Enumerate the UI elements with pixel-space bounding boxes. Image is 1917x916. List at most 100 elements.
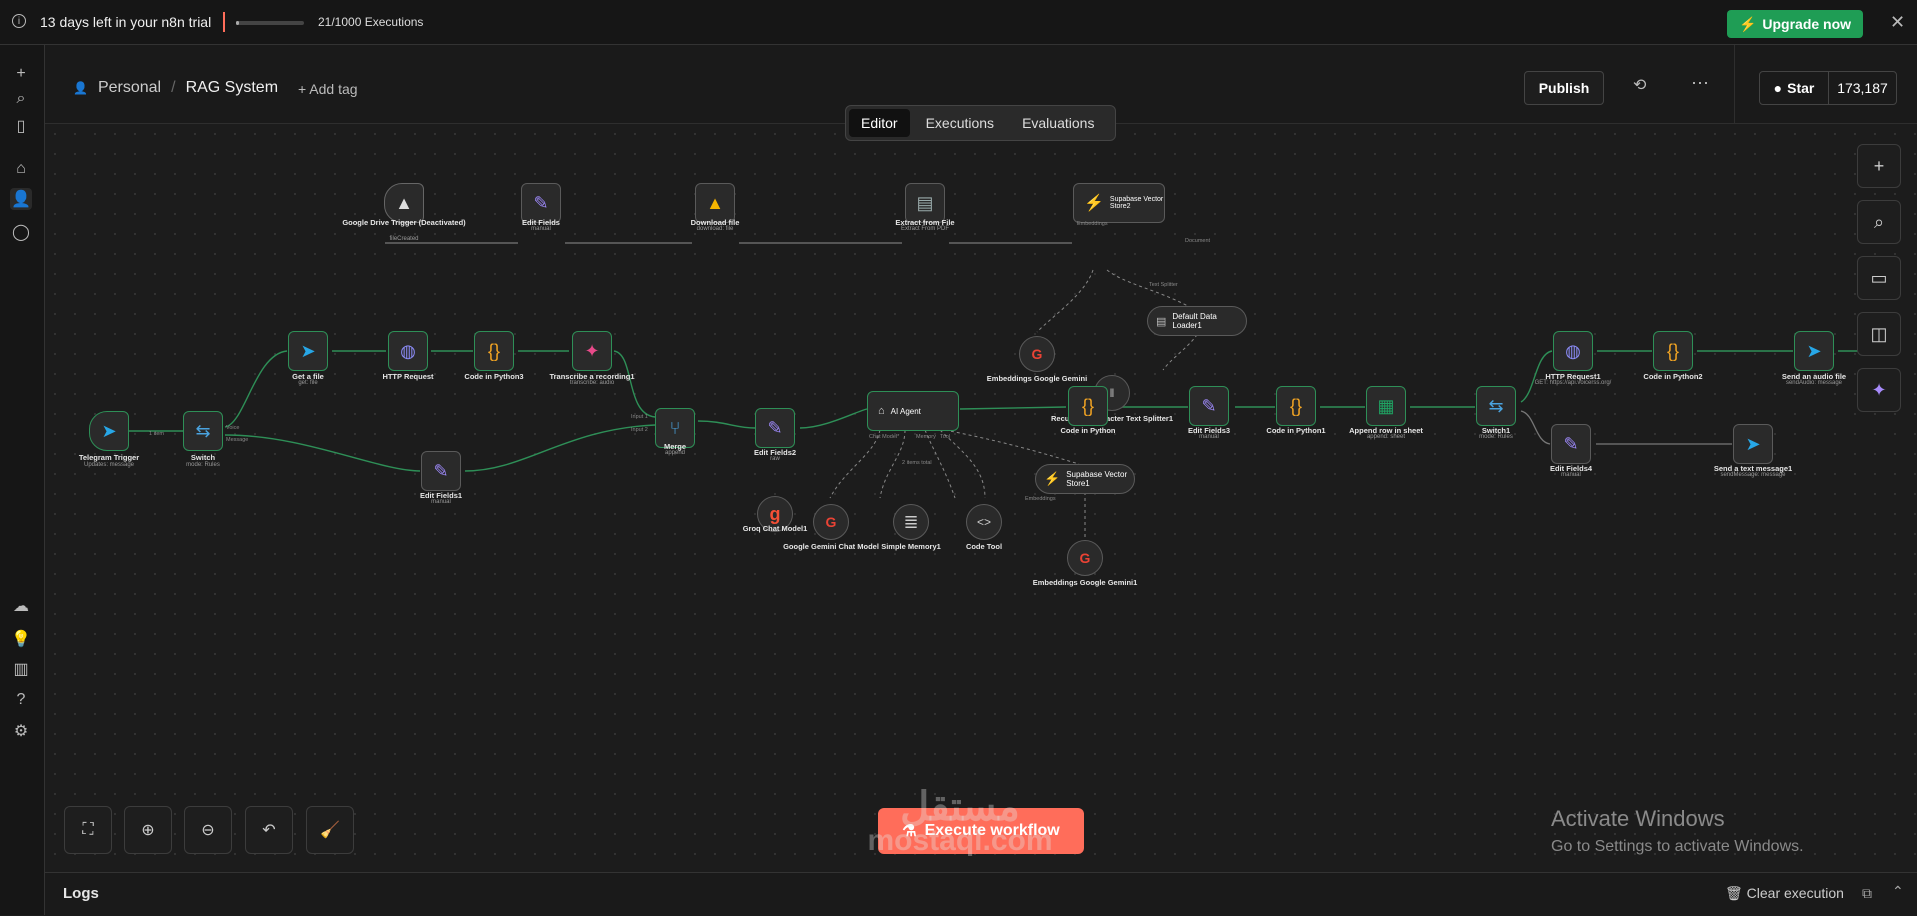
embeddings-gemini1-node[interactable]: G (1067, 540, 1103, 576)
upgrade-button[interactable]: ⚡ Upgrade now (1727, 10, 1863, 38)
code-python-node[interactable]: {} (1068, 386, 1108, 426)
node-sub: transcribe: audio (569, 380, 615, 386)
gdrive-icon: ▲ (395, 192, 413, 213)
gdrive-trigger-node[interactable]: ▲ (384, 183, 424, 223)
download-file-node[interactable]: ▲ (695, 183, 735, 223)
code-braces-icon: {} (1081, 395, 1095, 416)
ai-agent-node[interactable]: ⌂ AI Agent (867, 391, 959, 431)
more-icon[interactable]: ⋯ (1691, 73, 1709, 94)
switch1-node[interactable]: ⇆ (1476, 386, 1516, 426)
plus-icon: + (1873, 155, 1885, 176)
activate-title: Activate Windows (1551, 806, 1725, 831)
edit-fields-node[interactable]: ✎ (521, 183, 561, 223)
edit-fields2-node[interactable]: ✎ (755, 408, 795, 448)
simple-memory-node[interactable]: ≣ (893, 504, 929, 540)
close-icon[interactable]: ✕ (1890, 12, 1905, 33)
node-label: Code in Python (1060, 426, 1116, 435)
transcribe-node[interactable]: ✦ (572, 331, 612, 371)
zoom-out-button[interactable]: ⊖ (184, 806, 232, 854)
publish-button[interactable]: Publish (1524, 71, 1604, 105)
edge-label: Document (1185, 238, 1211, 244)
embeddings-gemini-node[interactable]: G (1019, 336, 1055, 372)
code-python1-node[interactable]: {} (1276, 386, 1316, 426)
lightbulb-icon[interactable]: 💡 (10, 628, 32, 650)
supabase-store1-node[interactable]: ⚡ Supabase Vector Store1 (1035, 464, 1135, 494)
gemini-chat-node[interactable]: G (813, 504, 849, 540)
edit-fields3-node[interactable]: ✎ (1189, 386, 1229, 426)
sticky-note-button[interactable]: ▭ (1857, 256, 1901, 300)
chevron-up-icon[interactable]: ⌃ (1892, 883, 1904, 900)
gear-icon[interactable]: ⚙ (10, 720, 32, 742)
github-star-button[interactable]: ● Star 173,187 (1759, 71, 1897, 105)
telegram-icon: ➤ (101, 420, 117, 441)
history-icon[interactable]: ⟲ (1633, 75, 1646, 95)
help-icon[interactable]: ? (10, 689, 32, 711)
edge-label: 2 items total (902, 460, 932, 466)
logs-panel[interactable]: Logs 🗑 Clear execution ⧉ ⌃ (45, 872, 1917, 916)
github-icon: ● (1773, 80, 1783, 96)
http-request1-node[interactable]: ◍ (1553, 331, 1593, 371)
edit-fields4-node[interactable]: ✎ (1551, 424, 1591, 464)
tidy-up-button[interactable]: 🧹 (306, 806, 354, 854)
search-nodes-button[interactable]: ⌕ (1857, 200, 1901, 244)
node-sub: raw (770, 456, 780, 462)
node-sub: fileCreated (389, 236, 419, 242)
node-sub: mode: Rules (1479, 434, 1513, 440)
tab-editor[interactable]: Editor (849, 109, 910, 137)
send-audio-node[interactable]: ➤ (1794, 331, 1834, 371)
code-python2-node[interactable]: {} (1653, 331, 1693, 371)
chat-icon[interactable]: ◯ (10, 221, 32, 243)
node-sub: Extract From PDF (900, 226, 949, 232)
home-icon[interactable]: ⌂ (10, 158, 32, 180)
splitter-icon: ‖ (1109, 386, 1115, 400)
cloud-icon[interactable]: ☁ (10, 595, 32, 617)
windows-activation: Activate Windows Go to Settings to activ… (1551, 806, 1804, 856)
clear-execution-button[interactable]: 🗑 Clear execution (1725, 885, 1844, 902)
popout-icon[interactable]: ⧉ (1862, 885, 1872, 902)
groq-icon: g (769, 503, 781, 524)
search-icon[interactable]: ⌕ (10, 88, 32, 110)
get-file-node[interactable]: ➤ (288, 331, 328, 371)
workflow-canvas[interactable]: ▲ Google Drive Trigger (Deactivated) fil… (45, 124, 1917, 872)
logs-title: Logs (63, 885, 99, 902)
switch-node[interactable]: ⇆ (183, 411, 223, 451)
supabase-store2-node[interactable]: ⚡ Supabase Vector Store2 (1073, 183, 1165, 223)
zoom-in-button[interactable]: ⊕ (124, 806, 172, 854)
gemini-icon: ✦ (584, 340, 600, 361)
globe-icon: ◍ (1565, 340, 1581, 361)
tab-evaluations[interactable]: Evaluations (1010, 109, 1106, 137)
watermark-arabic: مستقل (900, 785, 1020, 829)
data-loader-node[interactable]: ▤ Default Data Loader1 (1147, 306, 1247, 336)
pencil-icon: ✎ (533, 192, 549, 213)
document-icon: ▤ (1156, 315, 1167, 328)
panel-icon[interactable]: ▯ (10, 115, 32, 137)
breadcrumb-project[interactable]: Personal (98, 79, 161, 97)
send-text-node[interactable]: ➤ (1733, 424, 1773, 464)
ai-assistant-button[interactable]: ✦ (1857, 368, 1901, 412)
globe-icon: ◍ (400, 340, 416, 361)
toggle-panel-button[interactable]: ◫ (1857, 312, 1901, 356)
chart-icon[interactable]: ▥ (10, 658, 32, 680)
fit-view-button[interactable]: ⛶ (64, 806, 112, 854)
code-python3-node[interactable]: {} (474, 331, 514, 371)
zoom-in-icon: ⊕ (141, 822, 155, 839)
append-sheet-node[interactable]: ▦ (1366, 386, 1406, 426)
undo-button[interactable]: ↶ (245, 806, 293, 854)
plus-icon[interactable]: + (10, 63, 32, 85)
http-request-node[interactable]: ◍ (388, 331, 428, 371)
code-tool-node[interactable]: <> (966, 504, 1002, 540)
trial-divider (223, 12, 225, 32)
add-node-button[interactable]: + (1857, 144, 1901, 188)
tab-executions[interactable]: Executions (914, 109, 1006, 137)
merge-icon: ⑂ (669, 417, 681, 438)
breadcrumb: 👤 Personal / RAG System (73, 79, 278, 97)
extract-file-node[interactable]: ▤ (905, 183, 945, 223)
telegram-trigger-node[interactable]: ➤ (89, 411, 129, 451)
add-tag-button[interactable]: + Add tag (298, 81, 358, 97)
code-icon: <> (976, 515, 991, 529)
node-label: Default Data Loader1 (1172, 312, 1217, 330)
workflow-name[interactable]: RAG System (186, 79, 278, 97)
breadcrumb-separator: / (171, 79, 176, 96)
user-icon[interactable]: 👤 (10, 188, 32, 210)
edit-fields1-node[interactable]: ✎ (421, 451, 461, 491)
